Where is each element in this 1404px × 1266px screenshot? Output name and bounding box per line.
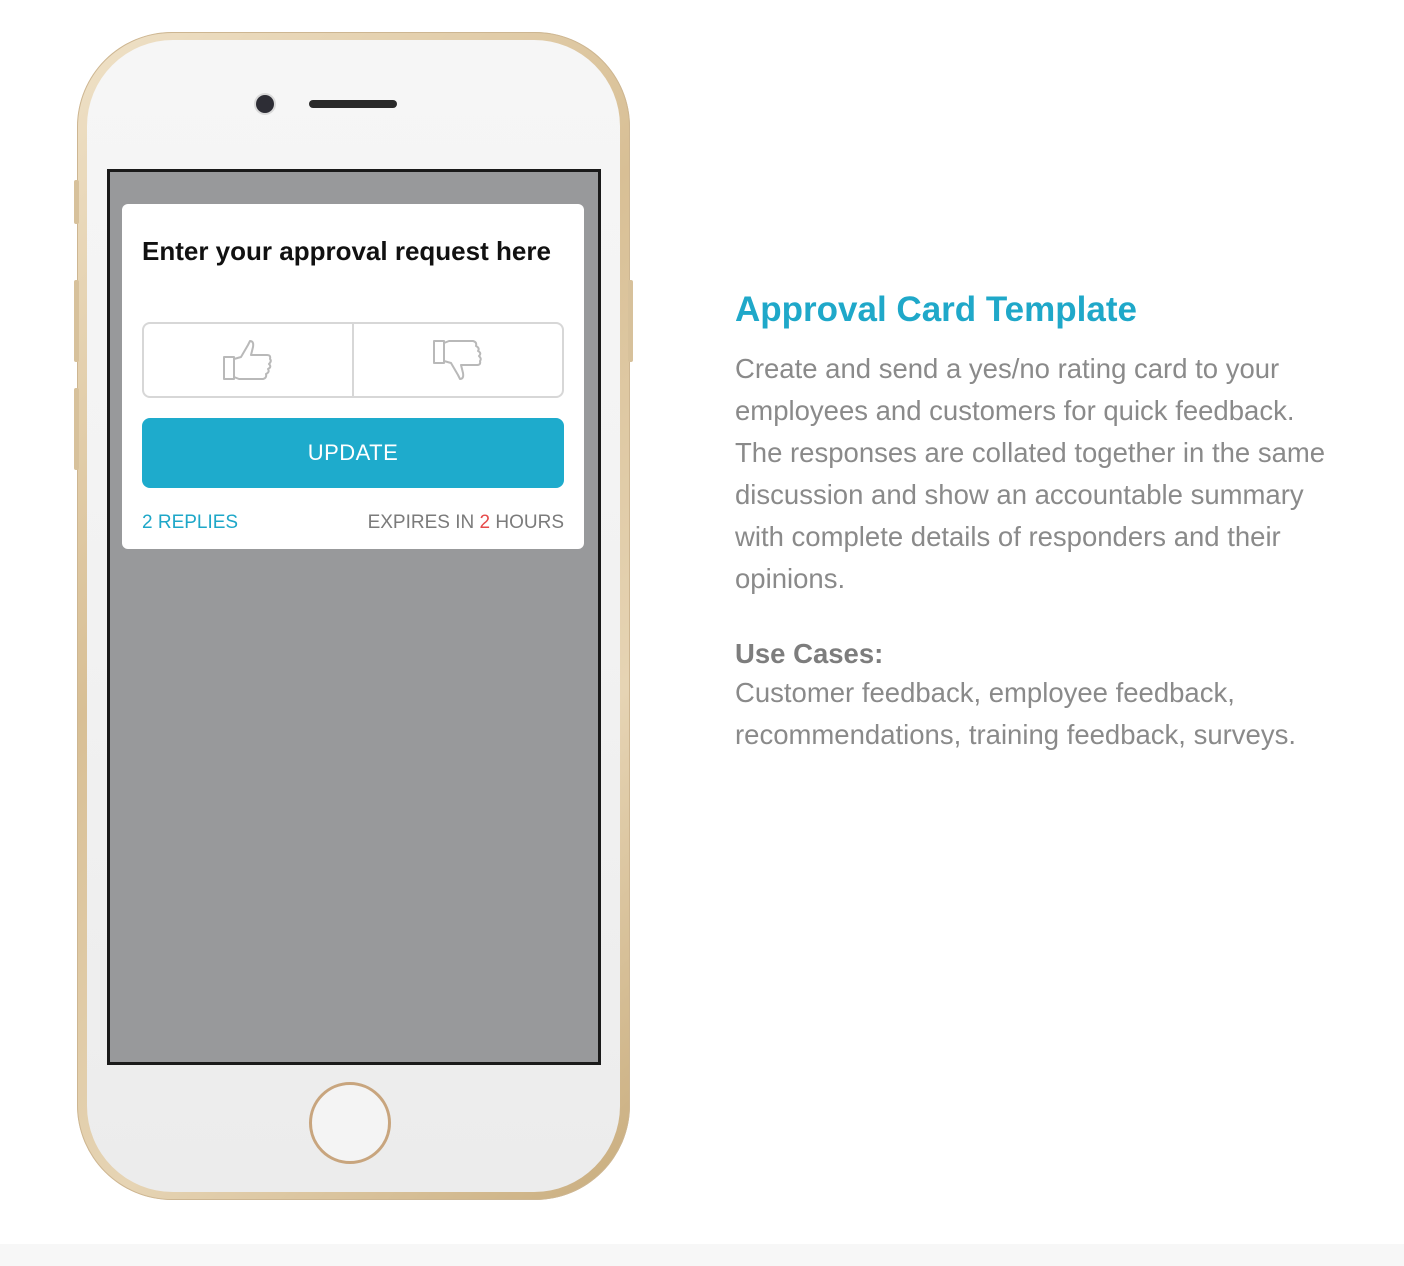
approve-button[interactable]: [144, 324, 352, 396]
home-button[interactable]: [309, 1082, 391, 1164]
approval-request-title[interactable]: Enter your approval request here: [142, 234, 562, 268]
expiry-text: EXPIRES IN 2 HOURS: [368, 512, 564, 534]
phone-volume-up: [74, 280, 79, 362]
phone-volume-down: [74, 388, 79, 470]
thumbs-up-icon: [223, 340, 272, 380]
thumbs-down-icon: [433, 340, 482, 380]
template-title: Approval Card Template: [735, 290, 1137, 329]
reject-button[interactable]: [352, 324, 562, 396]
template-body: Create and send a yes/no rating card to …: [735, 353, 1326, 594]
replies-link[interactable]: 2 REPLIES: [142, 512, 238, 534]
expiry-suffix: HOURS: [495, 512, 564, 533]
update-button[interactable]: UPDATE: [142, 418, 564, 488]
vote-button-group: [142, 322, 564, 398]
template-description: Approval Card Template Create and send a…: [735, 288, 1355, 756]
expiry-value: 2: [479, 512, 491, 533]
use-cases-body: Customer feedback, employee feedback, re…: [735, 677, 1296, 750]
expiry-prefix: EXPIRES IN: [367, 512, 475, 533]
phone-power-button: [628, 280, 633, 362]
footer-band: [0, 1244, 1404, 1266]
earpiece-speaker: [309, 100, 397, 108]
use-cases-heading: Use Cases:: [735, 638, 884, 669]
card-footer: 2 REPLIES EXPIRES IN 2 HOURS: [142, 511, 564, 535]
front-camera: [256, 95, 274, 113]
approval-card: Enter your approval request here UPDATE …: [122, 204, 584, 549]
phone-mute-switch: [74, 180, 79, 224]
page: Enter your approval request here UPDATE …: [0, 0, 1404, 1266]
